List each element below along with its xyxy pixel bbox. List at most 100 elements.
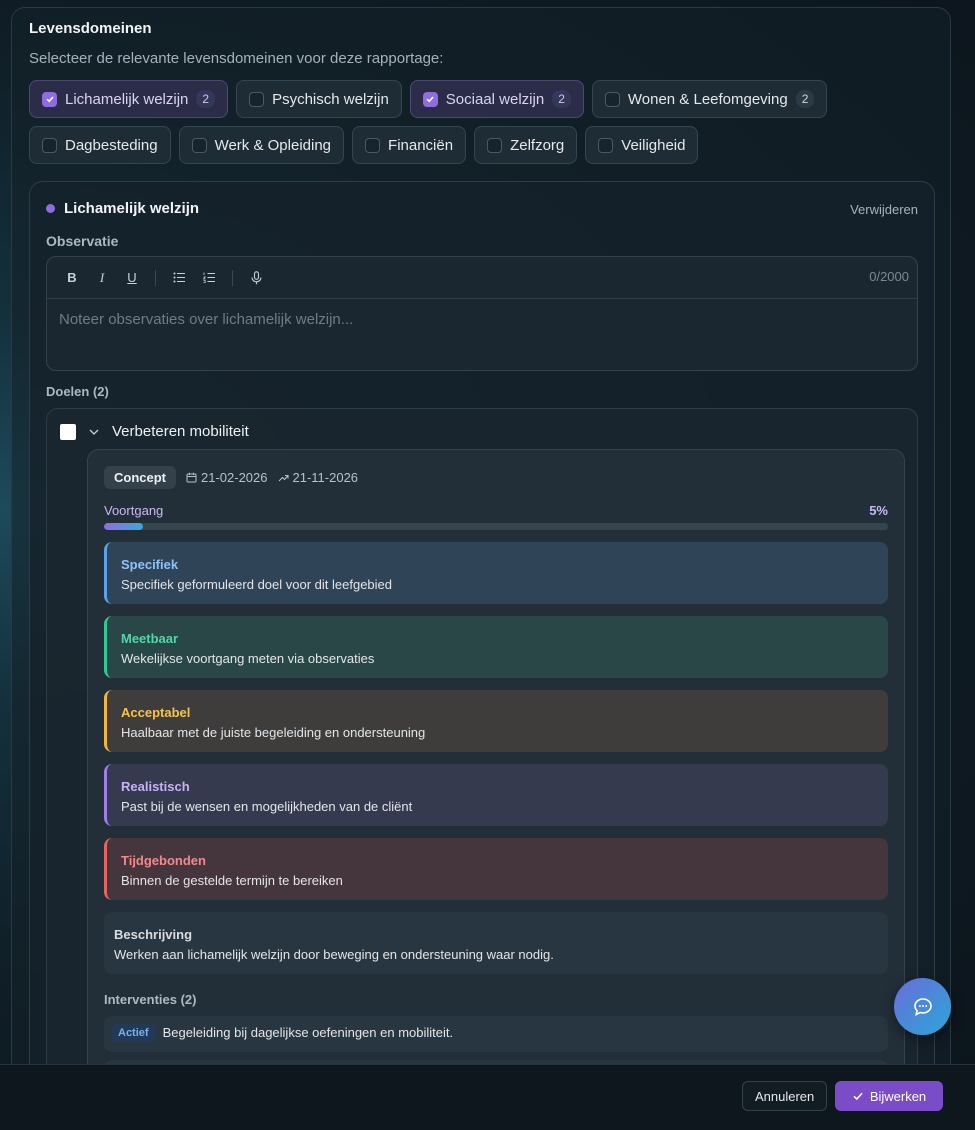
smart-title: Tijdgebonden — [121, 853, 206, 868]
progress-bar-fill — [104, 523, 144, 530]
update-button-label: Bijwerken — [869, 1088, 927, 1104]
domain-chip-zelfzorg[interactable]: Zelfzorg — [474, 126, 578, 164]
domain-count-badge: 2 — [795, 90, 815, 108]
chevron-down-icon[interactable] — [87, 425, 101, 439]
checkbox-checked-icon — [42, 91, 57, 107]
observation-input[interactable]: Noteer observaties over lichamelijk welz… — [47, 299, 917, 340]
smart-realistisch: Realistisch Past bij de wensen en mogeli… — [104, 764, 888, 826]
smart-text: Haalbaar met de juiste begeleiding en on… — [121, 725, 426, 740]
goal-details: Concept 21-02-2026 21-11-2026 Voortgang … — [87, 449, 905, 1106]
progress-bar — [104, 523, 888, 530]
smart-text: Wekelijkse voortgang meten via observati… — [121, 651, 375, 666]
trend-up-icon — [278, 474, 289, 482]
toolbar-divider — [155, 269, 156, 286]
goals-label: Doelen (2) — [46, 384, 109, 399]
microphone-button[interactable] — [243, 265, 269, 291]
underline-button[interactable]: U — [119, 265, 145, 291]
goal-title: Verbeteren mobiliteit — [112, 423, 249, 440]
checkbox-unchecked-icon — [604, 91, 620, 107]
domain-chip-label: Zelfzorg — [510, 136, 565, 154]
domain-card-header: Lichamelijk welzijn — [46, 200, 199, 217]
domain-chip-label: Wonen & Leefomgeving — [627, 90, 788, 108]
life-domains-panel: Levensdomeinen Selecteer de relevante le… — [11, 7, 951, 1107]
end-date-text: 21-11-2026 — [292, 470, 359, 485]
smart-title: Specifiek — [121, 557, 179, 572]
character-counter: 0/2000 — [869, 269, 909, 284]
smart-text: Binnen de gestelde termijn te bereiken — [121, 873, 343, 888]
domain-dot-icon — [46, 204, 55, 213]
goal-card: Verbeteren mobiliteit Concept 21-02-2026… — [46, 408, 918, 1106]
checkbox-unchecked-icon — [365, 137, 381, 153]
observation-editor: B I U 0/2000 Noteer observaties over lic… — [46, 256, 918, 371]
domain-chip-lichamelijk-welzijn[interactable]: Lichamelijk welzijn 2 — [29, 80, 229, 118]
domain-count-badge: 2 — [196, 90, 216, 108]
chat-button[interactable] — [894, 978, 951, 1035]
domain-chip-label: Werk & Opleiding — [214, 136, 332, 154]
smart-title: Meetbaar — [121, 631, 179, 646]
domain-chip-werk-opleiding[interactable]: Werk & Opleiding — [178, 126, 345, 164]
checkbox-unchecked-icon — [598, 137, 614, 153]
description-title: Beschrijving — [114, 927, 193, 942]
start-date-text: 21-02-2026 — [201, 470, 268, 485]
domain-chip-label: Lichamelijk welzijn — [65, 90, 189, 108]
progress-label: Voortgang — [104, 503, 164, 518]
domain-chips: Lichamelijk welzijn 2 Psychisch welzijn … — [29, 80, 929, 172]
editor-toolbar: B I U 0/2000 — [47, 257, 917, 299]
bold-button[interactable]: B — [59, 265, 85, 291]
domain-chip-financien[interactable]: Financiën — [352, 126, 467, 164]
smart-acceptabel: Acceptabel Haalbaar met de juiste begele… — [104, 690, 888, 752]
smart-meetbaar: Meetbaar Wekelijkse voortgang meten via … — [104, 616, 888, 678]
checkbox-unchecked-icon — [487, 137, 503, 153]
panel-subtitle: Selecteer de relevante levensdomeinen vo… — [29, 50, 444, 67]
goal-header: Verbeteren mobiliteit — [60, 423, 249, 440]
end-date: 21-11-2026 — [278, 470, 359, 485]
checkbox-unchecked-icon — [42, 137, 57, 153]
intervention-status-badge: Actief — [112, 1024, 155, 1042]
smart-title: Realistisch — [121, 779, 190, 794]
numbered-list-button[interactable] — [196, 265, 222, 291]
smart-tijdgebonden: Tijdgebonden Binnen de gestelde termijn … — [104, 838, 888, 900]
domain-chip-label: Veiligheid — [621, 136, 686, 154]
observation-label: Observatie — [46, 233, 119, 249]
chat-bubble-icon — [913, 997, 932, 1016]
domain-card-title: Lichamelijk welzijn — [64, 200, 200, 217]
bullet-list-button[interactable] — [166, 265, 192, 291]
dialog-footer: Annuleren Bijwerken — [0, 1064, 975, 1130]
smart-specifiek: Specifiek Specifiek geformuleerd doel vo… — [104, 542, 888, 604]
domain-chip-psychisch-welzijn[interactable]: Psychisch welzijn — [236, 80, 402, 118]
smart-text: Past bij de wensen en mogelijkheden van … — [121, 799, 413, 814]
goal-meta: Concept 21-02-2026 21-11-2026 — [104, 466, 358, 489]
domain-chip-veiligheid[interactable]: Veiligheid — [585, 126, 699, 164]
progress-percentage: 5% — [869, 503, 888, 518]
cancel-button[interactable]: Annuleren — [742, 1081, 828, 1111]
smart-text: Specifiek geformuleerd doel voor dit lee… — [121, 577, 393, 592]
description-text: Werken aan lichamelijk welzijn door bewe… — [114, 947, 554, 962]
intervention-item[interactable]: Actief Begeleiding bij dagelijkse oefeni… — [104, 1016, 888, 1052]
domain-chip-wonen-leefomgeving[interactable]: Wonen & Leefomgeving 2 — [591, 80, 828, 118]
bullet-list-icon — [173, 272, 185, 283]
italic-button[interactable]: I — [89, 265, 115, 291]
status-badge: Concept — [104, 466, 176, 489]
domain-chip-dagbesteding[interactable]: Dagbesteding — [29, 126, 171, 164]
toolbar-divider — [232, 269, 233, 286]
interventions-label: Interventies (2) — [104, 992, 197, 1007]
checkbox-unchecked-icon — [191, 137, 207, 153]
domain-chip-sociaal-welzijn[interactable]: Sociaal welzijn 2 — [409, 80, 584, 118]
domain-chip-label: Sociaal welzijn — [445, 90, 545, 108]
remove-domain-button[interactable]: Verwijderen — [850, 202, 918, 217]
smart-title: Acceptabel — [121, 705, 191, 720]
check-icon — [853, 1092, 863, 1101]
update-button[interactable]: Bijwerken — [835, 1081, 943, 1111]
domain-card-lichamelijk-welzijn: Lichamelijk welzijn Verwijderen Observat… — [29, 181, 935, 1106]
start-date: 21-02-2026 — [186, 470, 268, 485]
panel-title: Levensdomeinen — [29, 20, 152, 37]
domain-chip-label: Financiën — [388, 136, 454, 154]
microphone-icon — [250, 270, 262, 284]
numbered-list-icon — [202, 272, 215, 283]
goal-checkbox[interactable] — [60, 423, 76, 440]
domain-chip-label: Dagbesteding — [65, 136, 158, 154]
checkbox-unchecked-icon — [249, 91, 265, 107]
goal-description: Beschrijving Werken aan lichamelijk welz… — [104, 912, 888, 974]
calendar-icon — [186, 472, 197, 483]
intervention-text: Begeleiding bij dagelijkse oefeningen en… — [162, 1025, 454, 1040]
